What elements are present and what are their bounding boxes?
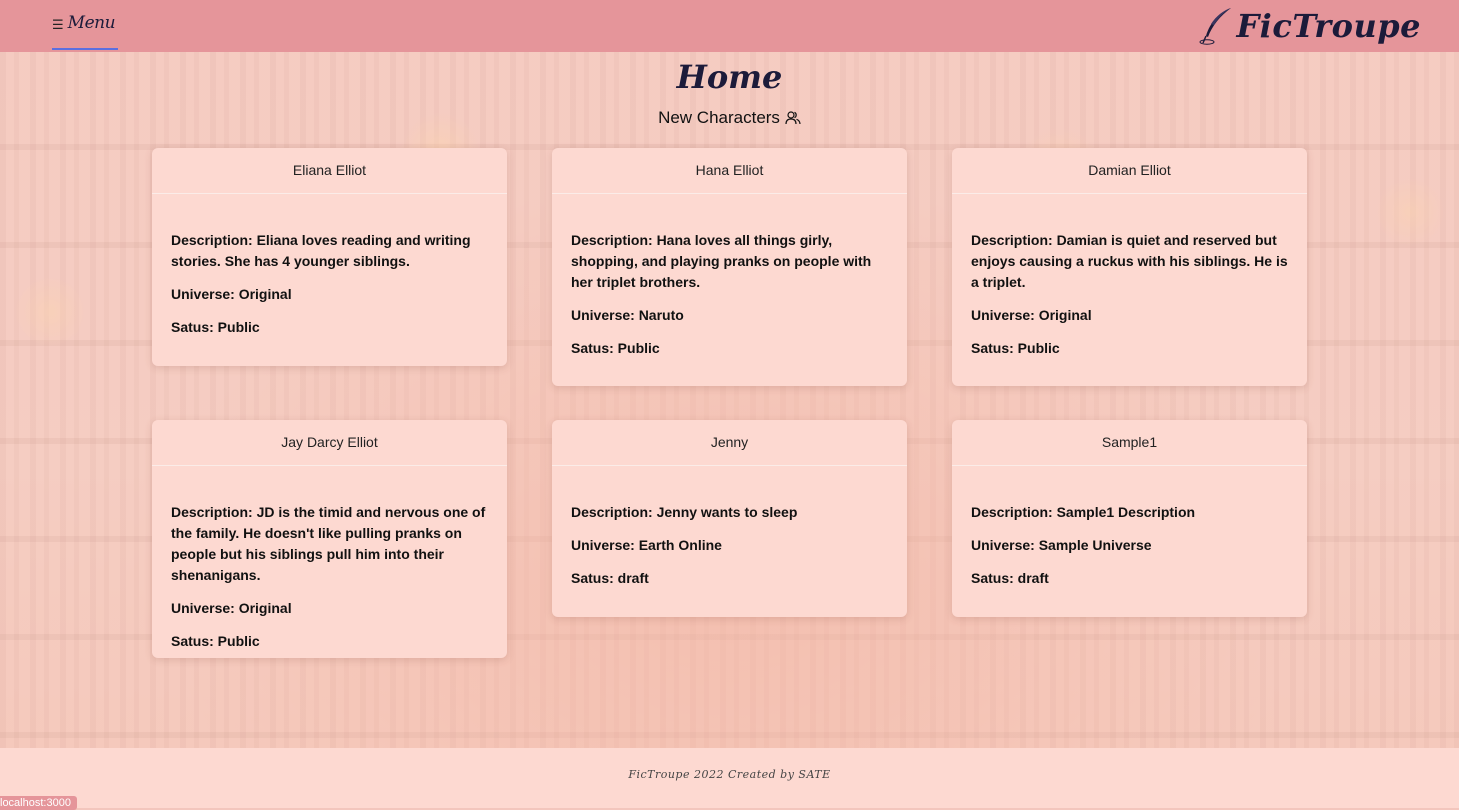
character-card[interactable]: Eliana Elliot Description: Eliana loves … xyxy=(152,148,507,366)
character-name[interactable]: Jay Darcy Elliot xyxy=(152,420,507,466)
character-card[interactable]: Sample1 Description: Sample1 Description… xyxy=(952,420,1307,617)
character-status: Satus: draft xyxy=(971,570,1049,586)
top-navbar: ☰ Menu FicTroupe xyxy=(0,0,1459,52)
character-universe: Universe: Original xyxy=(971,307,1092,323)
page-title: Home xyxy=(676,58,783,96)
character-name[interactable]: Eliana Elliot xyxy=(152,148,507,194)
character-universe: Universe: Earth Online xyxy=(571,537,722,553)
character-universe: Universe: Original xyxy=(171,286,292,302)
section-heading-label: New Characters xyxy=(658,108,780,127)
character-status: Satus: Public xyxy=(571,340,660,356)
brand-name: FicTroupe xyxy=(1236,7,1421,45)
character-description: Description: Eliana loves reading and wr… xyxy=(171,232,471,269)
menu-label: Menu xyxy=(67,13,116,33)
character-status: Satus: draft xyxy=(571,570,649,586)
page-footer: FicTroupe 2022 Created by SATE xyxy=(0,748,1459,808)
card-body: Description: Sample1 Description Univers… xyxy=(952,466,1307,611)
character-card[interactable]: Jenny Description: Jenny wants to sleep … xyxy=(552,420,907,617)
character-card[interactable]: Damian Elliot Description: Damian is qui… xyxy=(952,148,1307,386)
card-body: Description: Jenny wants to sleep Univer… xyxy=(552,466,907,611)
character-name[interactable]: Jenny xyxy=(552,420,907,466)
hamburger-icon: ☰ xyxy=(52,18,64,33)
main-content: Home New Characters Eliana Elliot Descri… xyxy=(0,52,1459,748)
character-universe: Universe: Sample Universe xyxy=(971,537,1152,553)
character-description: Description: Damian is quiet and reserve… xyxy=(971,232,1288,290)
card-body: Description: Damian is quiet and reserve… xyxy=(952,194,1307,381)
footer-credit: FicTroupe 2022 Created by SATE xyxy=(628,768,831,781)
character-status: Satus: Public xyxy=(171,633,260,649)
character-status: Satus: Public xyxy=(971,340,1060,356)
character-card[interactable]: Jay Darcy Elliot Description: JD is the … xyxy=(152,420,507,658)
character-card[interactable]: Hana Elliot Description: Hana loves all … xyxy=(552,148,907,386)
menu-button[interactable]: ☰ Menu xyxy=(52,10,118,50)
quill-icon xyxy=(1199,8,1232,45)
card-body: Description: Eliana loves reading and wr… xyxy=(152,194,507,360)
character-universe: Universe: Naruto xyxy=(571,307,684,323)
character-description: Description: Sample1 Description xyxy=(971,504,1196,520)
character-description: Description: Jenny wants to sleep xyxy=(571,504,798,520)
character-name[interactable]: Hana Elliot xyxy=(552,148,907,194)
character-description: Description: Hana loves all things girly… xyxy=(571,232,872,290)
card-body: Description: Hana loves all things girly… xyxy=(552,194,907,381)
character-status: Satus: Public xyxy=(171,319,260,335)
character-name[interactable]: Sample1 xyxy=(952,420,1307,466)
brand-logo[interactable]: FicTroupe xyxy=(1198,2,1421,50)
users-icon xyxy=(785,111,801,125)
character-name[interactable]: Damian Elliot xyxy=(952,148,1307,194)
section-heading: New Characters xyxy=(0,108,1459,128)
card-body: Description: JD is the timid and nervous… xyxy=(152,466,507,674)
character-description: Description: JD is the timid and nervous… xyxy=(171,504,486,583)
character-universe: Universe: Original xyxy=(171,600,292,616)
